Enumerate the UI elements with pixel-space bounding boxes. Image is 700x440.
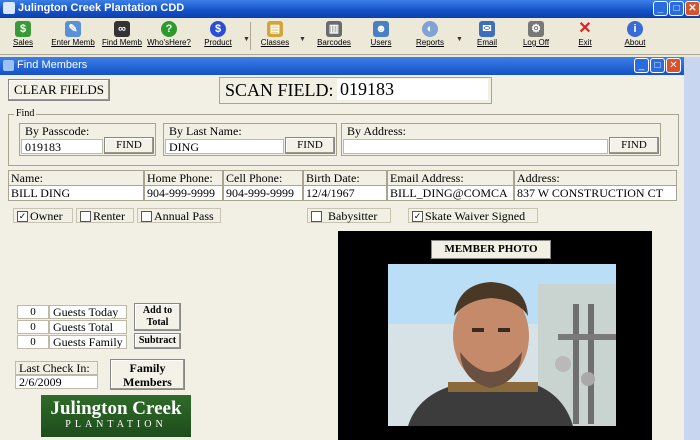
app-titlebar: Julington Creek Plantation CDD _ □ ✕ xyxy=(0,0,700,18)
renter-checkbox[interactable]: Renter xyxy=(76,208,134,223)
owner-checkbox[interactable]: ✓ Owner xyxy=(13,208,73,223)
help-icon: ? xyxy=(161,21,177,37)
reports-icon: ◐ xyxy=(422,21,438,37)
toolbar-enter-member-button[interactable]: ✎ Enter Memb xyxy=(48,20,98,52)
grid-header-name: Name: xyxy=(8,170,144,186)
guests-family-count: 0 xyxy=(17,335,49,349)
classes-icon: ▤ xyxy=(267,21,283,37)
grid-header-home-phone: Home Phone: xyxy=(144,170,223,186)
julington-creek-logo: Julington Creek PLANTATION xyxy=(41,395,191,437)
child-close-button[interactable]: ✕ xyxy=(666,58,681,73)
toolbar-find-member-button[interactable]: ∞ Find Memb xyxy=(100,20,144,52)
member-photo-image xyxy=(388,264,616,426)
family-members-button[interactable]: Family Members xyxy=(110,359,185,390)
grid-header-cell-phone: Cell Phone: xyxy=(223,170,303,186)
toolbar-exit-button[interactable]: ✕ Exit xyxy=(572,20,598,52)
classes-dropdown-arrow[interactable]: ▼ xyxy=(299,36,306,43)
grid-cell-email[interactable]: BILL_DING@COMCA xyxy=(387,185,514,201)
grid-cell-cell-phone[interactable]: 904-999-9999 xyxy=(223,185,303,201)
toolbar-users-button[interactable]: ☻ Users xyxy=(366,20,396,52)
child-maximize-button[interactable]: □ xyxy=(650,58,665,73)
member-photo-label: MEMBER PHOTO xyxy=(431,240,551,259)
lastname-input[interactable]: DING xyxy=(165,139,284,154)
checkbox-unchecked-icon xyxy=(311,211,322,222)
grid-header-email: Email Address: xyxy=(387,170,514,186)
scan-field-box: SCAN FIELD: 019183 xyxy=(219,77,492,104)
annual-pass-checkbox[interactable]: Annual Pass xyxy=(137,208,221,223)
add-to-total-button[interactable]: Add to Total xyxy=(134,303,181,331)
guests-family-label: Guests Family xyxy=(49,335,127,349)
toolbar-whos-here-button[interactable]: ? Who'sHere? xyxy=(146,20,192,52)
app-icon xyxy=(3,2,15,14)
product-icon: $ xyxy=(210,21,226,37)
member-photo xyxy=(388,264,616,426)
lastname-label: By Last Name: xyxy=(169,124,242,138)
enter-member-icon: ✎ xyxy=(65,21,81,37)
grid-header-birth-date: Birth Date: xyxy=(303,170,387,186)
logoff-icon: ⚙ xyxy=(528,21,544,37)
guests-total-label: Guests Total xyxy=(49,320,127,334)
find-members-title: Find Members xyxy=(17,59,88,71)
grid-cell-birth-date[interactable]: 12/4/1967 xyxy=(303,185,387,201)
exit-icon: ✕ xyxy=(578,20,592,37)
users-icon: ☻ xyxy=(373,21,389,37)
main-toolbar: $ Sales ✎ Enter Memb ∞ Find Memb ? Who's… xyxy=(0,18,700,55)
close-button[interactable]: ✕ xyxy=(685,1,700,16)
product-dropdown-arrow[interactable]: ▼ xyxy=(243,36,250,43)
find-by-address-button[interactable]: FIND xyxy=(609,137,659,154)
babysitter-checkbox[interactable]: Babysitter xyxy=(307,208,391,223)
toolbar-barcodes-button[interactable]: ▥ Barcodes xyxy=(314,20,354,52)
grid-header-address: Address: xyxy=(514,170,677,186)
guests-total-count: 0 xyxy=(17,320,49,334)
toolbar-logoff-button[interactable]: ⚙ Log Off xyxy=(519,20,553,52)
find-by-passcode-button[interactable]: FIND xyxy=(104,137,154,154)
find-group-label: Find xyxy=(14,108,37,119)
minimize-button[interactable]: _ xyxy=(653,1,668,16)
address-label: By Address: xyxy=(347,124,407,138)
toolbar-classes-button[interactable]: ▤ Classes xyxy=(257,20,293,52)
reports-dropdown-arrow[interactable]: ▼ xyxy=(456,36,463,43)
right-edge-frame xyxy=(684,57,700,440)
sales-icon: $ xyxy=(15,21,31,37)
grid-cell-address[interactable]: 837 W CONSTRUCTION CT xyxy=(514,185,677,201)
checkbox-checked-icon: ✓ xyxy=(17,211,28,222)
checkbox-checked-icon: ✓ xyxy=(412,211,423,222)
checkbox-unchecked-icon xyxy=(80,211,91,222)
passcode-input[interactable]: 019183 xyxy=(21,139,103,154)
passcode-label: By Passcode: xyxy=(25,124,90,138)
maximize-button[interactable]: □ xyxy=(669,1,684,16)
window-icon xyxy=(3,60,14,71)
clear-fields-button[interactable]: CLEAR FIELDS xyxy=(8,79,110,101)
email-icon: ✉ xyxy=(479,21,495,37)
subtract-button[interactable]: Subtract xyxy=(134,333,181,349)
logo-subtitle: PLANTATION xyxy=(65,419,167,430)
toolbar-about-button[interactable]: i About xyxy=(620,20,650,52)
toolbar-email-button[interactable]: ✉ Email xyxy=(472,20,502,52)
find-by-lastname-button[interactable]: FIND xyxy=(285,137,335,154)
grid-cell-name[interactable]: BILL DING xyxy=(8,185,144,201)
address-input[interactable] xyxy=(343,139,608,154)
find-members-titlebar: Find Members _ □ ✕ xyxy=(0,57,684,75)
toolbar-product-button[interactable]: $ Product xyxy=(200,20,236,52)
last-checkin-label: Last Check In: xyxy=(15,361,98,375)
guests-today-label: Guests Today xyxy=(49,305,127,319)
binoculars-icon: ∞ xyxy=(114,21,130,37)
toolbar-sales-button[interactable]: $ Sales xyxy=(6,20,40,52)
child-minimize-button[interactable]: _ xyxy=(634,58,649,73)
app-title: Julington Creek Plantation CDD xyxy=(18,2,185,14)
toolbar-separator xyxy=(250,22,251,50)
scan-field-input[interactable]: 019183 xyxy=(337,79,488,100)
guests-today-count: 0 xyxy=(17,305,49,319)
checkbox-unchecked-icon xyxy=(141,211,152,222)
logo-title: Julington Creek xyxy=(50,398,182,419)
scan-field-label: SCAN FIELD: xyxy=(225,80,334,100)
toolbar-reports-button[interactable]: ◐ Reports xyxy=(412,20,448,52)
barcode-icon: ▥ xyxy=(326,21,342,37)
skate-waiver-checkbox[interactable]: ✓ Skate Waiver Signed xyxy=(408,208,538,223)
about-icon: i xyxy=(627,21,643,37)
last-checkin-value: 2/6/2009 xyxy=(15,375,98,389)
grid-cell-home-phone[interactable]: 904-999-9999 xyxy=(144,185,223,201)
